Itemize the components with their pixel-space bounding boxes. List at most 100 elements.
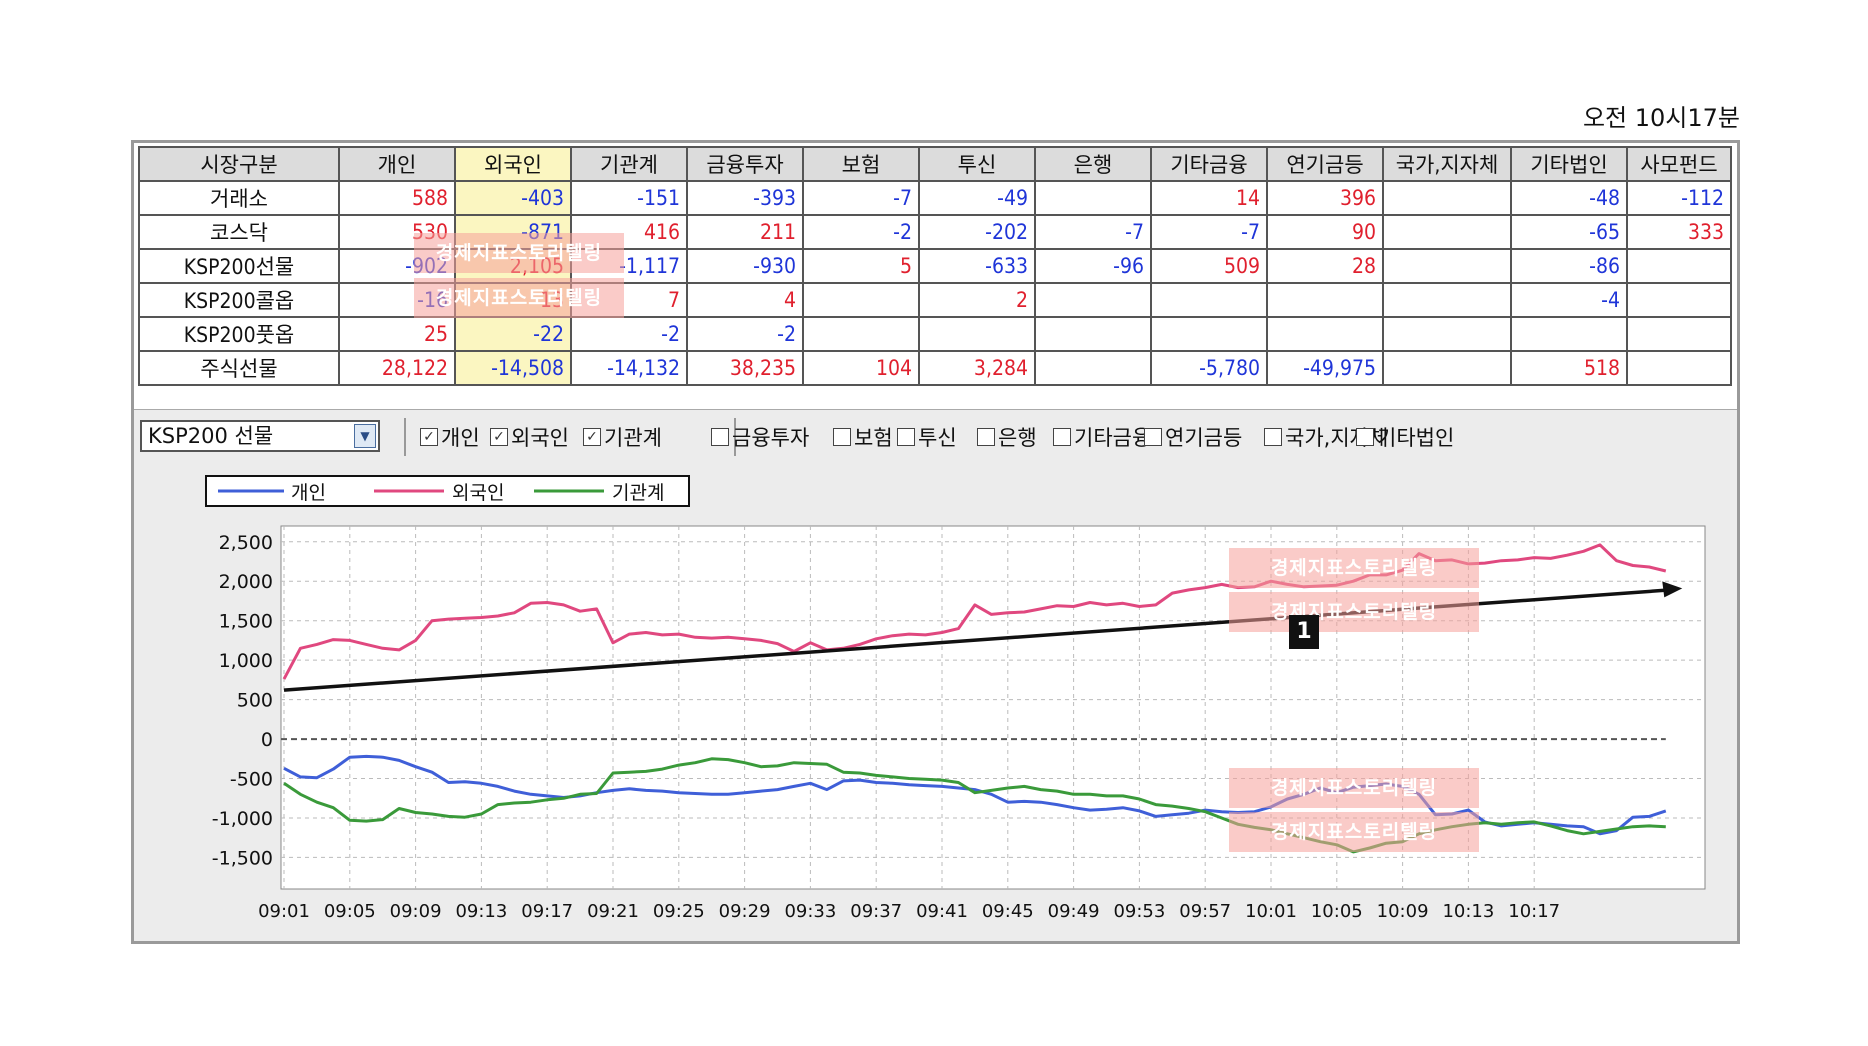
column-header[interactable]: 국가,지자체	[1382, 146, 1512, 182]
table-cell	[1626, 248, 1732, 284]
row-label: KSP200콜옵	[138, 282, 340, 318]
x-tick-label: 10:05	[1311, 901, 1363, 922]
table-cell: -2	[686, 316, 804, 352]
table-row: KSP200풋옵 25 -22 -2 -2	[138, 316, 1732, 352]
x-tick-label: 09:17	[521, 901, 573, 922]
market-select-value: KSP200 선물	[148, 424, 274, 448]
x-tick-label: 09:57	[1179, 901, 1231, 922]
column-header[interactable]: 보험	[802, 146, 920, 182]
x-tick-label: 09:41	[916, 901, 968, 922]
legend-label: 외국인	[452, 482, 504, 504]
x-tick-label: 09:45	[982, 901, 1034, 922]
table-cell	[1382, 214, 1512, 250]
table-cell	[1626, 282, 1732, 318]
table-cell: -7	[1034, 214, 1152, 250]
column-header[interactable]: 기관계	[570, 146, 688, 182]
series-checkbox[interactable]: ✓ 외국인	[490, 422, 569, 452]
watermark: 경제지표스토리텔링	[1229, 548, 1479, 588]
series-checkbox[interactable]: ✓ 개인	[420, 422, 480, 452]
column-header[interactable]: 시장구분	[138, 146, 340, 182]
series-checkbox[interactable]: 기타금융	[1053, 422, 1151, 452]
watermark: 경제지표스토리텔링	[1229, 768, 1479, 808]
row-label: KSP200선물	[138, 248, 340, 284]
table-cell	[1382, 248, 1512, 284]
checkbox-label: 금융투자	[732, 426, 810, 450]
checkbox-empty-icon[interactable]	[1053, 428, 1071, 446]
annotation-badge: 1	[1289, 615, 1319, 649]
table-cell: -48	[1510, 180, 1628, 216]
series-checkbox[interactable]: 투신	[897, 422, 957, 452]
table-cell: -7	[1150, 214, 1268, 250]
series-checkbox[interactable]: 보험	[833, 422, 893, 452]
table-cell: 104	[802, 350, 920, 386]
watermark: 경제지표스토리텔링	[414, 278, 624, 318]
checkbox-checked-icon[interactable]: ✓	[420, 428, 438, 446]
table-body: 거래소 588 -403 -151 -393 -7 -49 14 396 -48 -112 코스닥 53…	[138, 180, 1732, 386]
x-tick-label: 09:09	[390, 901, 442, 922]
checkbox-empty-icon[interactable]	[833, 428, 851, 446]
table-cell: -4	[1510, 282, 1628, 318]
table-cell	[802, 316, 920, 352]
column-header[interactable]: 기타법인	[1510, 146, 1628, 182]
series-checkbox[interactable]: 금융투자	[711, 422, 809, 452]
table-cell: -393	[686, 180, 804, 216]
row-label: 거래소	[138, 180, 340, 216]
table-cell: -86	[1510, 248, 1628, 284]
table-cell: 333	[1626, 214, 1732, 250]
table-cell	[1626, 316, 1732, 352]
table-cell: -5,780	[1150, 350, 1268, 386]
table-cell: 28,122	[338, 350, 456, 386]
checkbox-empty-icon[interactable]	[711, 428, 729, 446]
table-cell	[1150, 316, 1268, 352]
investor-line-chart: 2,500 2,000 1,500 1,000 500 0 -500 -1,000 -1,500…	[205, 475, 1706, 922]
series-checkbox[interactable]: ✓ 기관계	[583, 422, 662, 452]
table-cell: -65	[1510, 214, 1628, 250]
market-select[interactable]: KSP200 선물 ▼	[140, 420, 380, 452]
checkbox-empty-icon[interactable]	[977, 428, 995, 446]
column-header[interactable]: 외국인	[454, 146, 572, 182]
table-cell: 5	[802, 248, 920, 284]
checkbox-empty-icon[interactable]	[1144, 428, 1162, 446]
checkbox-empty-icon[interactable]	[1264, 428, 1282, 446]
checkbox-label: 은행	[998, 426, 1037, 450]
checkbox-checked-icon[interactable]: ✓	[583, 428, 601, 446]
checkbox-empty-icon[interactable]	[897, 428, 915, 446]
checkbox-empty-icon[interactable]	[1356, 428, 1374, 446]
legend-label: 개인	[291, 482, 326, 504]
series-checkbox[interactable]: 연기금등	[1144, 422, 1242, 452]
checkbox-label: 개인	[441, 426, 480, 450]
x-tick-label: 09:49	[1048, 901, 1100, 922]
watermark: 경제지표스토리텔링	[1229, 812, 1479, 852]
table-cell: -96	[1034, 248, 1152, 284]
table-cell: 518	[1510, 350, 1628, 386]
x-tick-label: 09:25	[653, 901, 705, 922]
table-cell: 4	[686, 282, 804, 318]
column-header[interactable]: 사모펀드	[1626, 146, 1732, 182]
checkbox-checked-icon[interactable]: ✓	[490, 428, 508, 446]
checkbox-label: 보험	[854, 426, 893, 450]
column-header[interactable]: 은행	[1034, 146, 1152, 182]
y-tick-label: -1,000	[212, 808, 273, 830]
series-checkbox[interactable]: 은행	[977, 422, 1037, 452]
table-cell	[1266, 316, 1384, 352]
series-checkbox[interactable]: 기타법인	[1356, 422, 1454, 452]
table-cell	[1626, 350, 1732, 386]
table-cell	[918, 316, 1036, 352]
column-header[interactable]: 기타금융	[1150, 146, 1268, 182]
table-cell: 14	[1150, 180, 1268, 216]
y-tick-label: 0	[261, 729, 273, 751]
column-header[interactable]: 투신	[918, 146, 1036, 182]
investor-table: 시장구분 개인 외국인 기관계 금융투자 보험 투신 은행 기타금융 연기금등 국가,지자체 기타법인…	[138, 146, 1732, 386]
column-header[interactable]: 개인	[338, 146, 456, 182]
y-tick-label: 1,500	[219, 611, 273, 633]
column-header[interactable]: 연기금등	[1266, 146, 1384, 182]
table-cell	[1034, 316, 1152, 352]
x-tick-label: 09:53	[1113, 901, 1165, 922]
chart-area: 2,500 2,000 1,500 1,000 500 0 -500 -1,000 -1,500…	[134, 464, 1737, 941]
chevron-down-icon[interactable]: ▼	[354, 424, 376, 448]
watermark: 경제지표스토리텔링	[414, 233, 624, 273]
x-tick-label: 09:01	[258, 901, 310, 922]
column-header[interactable]: 금융투자	[686, 146, 804, 182]
table-cell: -151	[570, 180, 688, 216]
x-tick-label: 09:13	[455, 901, 507, 922]
